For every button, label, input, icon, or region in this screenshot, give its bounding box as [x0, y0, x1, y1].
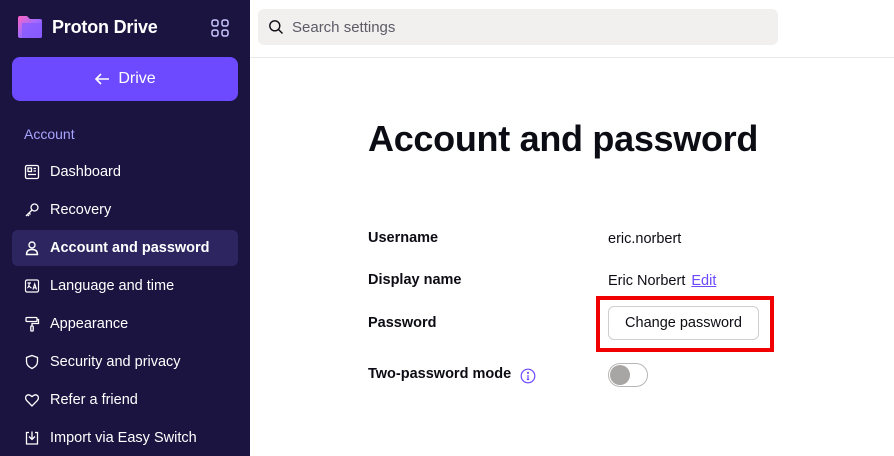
back-to-drive-label: Drive: [118, 70, 156, 87]
sidebar-item-label: Refer a friend: [50, 392, 138, 408]
top-bar: [250, 0, 894, 58]
search-box[interactable]: [258, 9, 778, 45]
password-label: Password: [368, 315, 437, 331]
sidebar-item-account-and-password[interactable]: Account and password: [12, 230, 238, 266]
paint-roller-icon: [24, 316, 40, 332]
apps-grid-button[interactable]: [208, 16, 232, 40]
user-icon: [24, 240, 40, 256]
sidebar: Proton Drive Drive Account Dashboard Rec…: [0, 0, 250, 456]
sidebar-item-recovery[interactable]: Recovery: [12, 192, 238, 228]
sidebar-item-refer-a-friend[interactable]: Refer a friend: [12, 382, 238, 418]
app-name: Proton Drive: [52, 16, 158, 37]
proton-drive-logo-icon: [18, 16, 42, 38]
import-icon: [24, 430, 40, 446]
sidebar-item-label: Appearance: [50, 316, 129, 332]
sidebar-item-label: Security and privacy: [50, 354, 181, 370]
sidebar-item-dashboard[interactable]: Dashboard: [12, 154, 238, 190]
sidebar-item-label: Account and password: [50, 240, 210, 256]
heart-icon: [24, 392, 40, 408]
search-icon: [269, 20, 283, 34]
sidebar-section-account: Account: [24, 126, 75, 142]
key-icon: [24, 202, 40, 218]
page-title: Account and password: [368, 118, 759, 159]
brand[interactable]: Proton Drive: [16, 14, 158, 40]
sidebar-nav: Dashboard Recovery Account and password …: [12, 154, 238, 456]
sidebar-item-language-and-time[interactable]: Language and time: [12, 268, 238, 304]
edit-display-name-link[interactable]: Edit: [691, 273, 716, 289]
display-name-label: Display name: [368, 272, 462, 288]
sidebar-item-label: Dashboard: [50, 164, 121, 180]
two-password-mode-toggle[interactable]: [608, 363, 648, 387]
display-name-row: Eric Norbert Edit: [608, 273, 716, 289]
apps-grid-icon: [211, 19, 229, 37]
sidebar-item-security-and-privacy[interactable]: Security and privacy: [12, 344, 238, 380]
toggle-knob: [610, 365, 630, 385]
display-name-value: Eric Norbert: [608, 273, 686, 289]
username-value: eric.norbert: [608, 231, 682, 247]
shield-icon: [24, 354, 40, 370]
language-icon: [24, 278, 40, 294]
username-label: Username: [368, 230, 439, 246]
two-password-mode-label: Two-password mode: [368, 366, 512, 382]
sidebar-item-appearance[interactable]: Appearance: [12, 306, 238, 342]
back-to-drive-button[interactable]: Drive: [12, 57, 238, 101]
arrow-left-icon: [95, 73, 110, 85]
sidebar-item-label: Language and time: [50, 278, 175, 294]
sidebar-item-label: Import via Easy Switch: [50, 430, 197, 446]
dashboard-icon: [24, 164, 40, 180]
sidebar-item-label: Recovery: [50, 202, 112, 218]
search-input[interactable]: [292, 18, 762, 36]
change-password-button[interactable]: Change password: [608, 306, 759, 340]
sidebar-item-import-via-easy-switch[interactable]: Import via Easy Switch: [12, 420, 238, 456]
info-icon[interactable]: [520, 368, 536, 384]
